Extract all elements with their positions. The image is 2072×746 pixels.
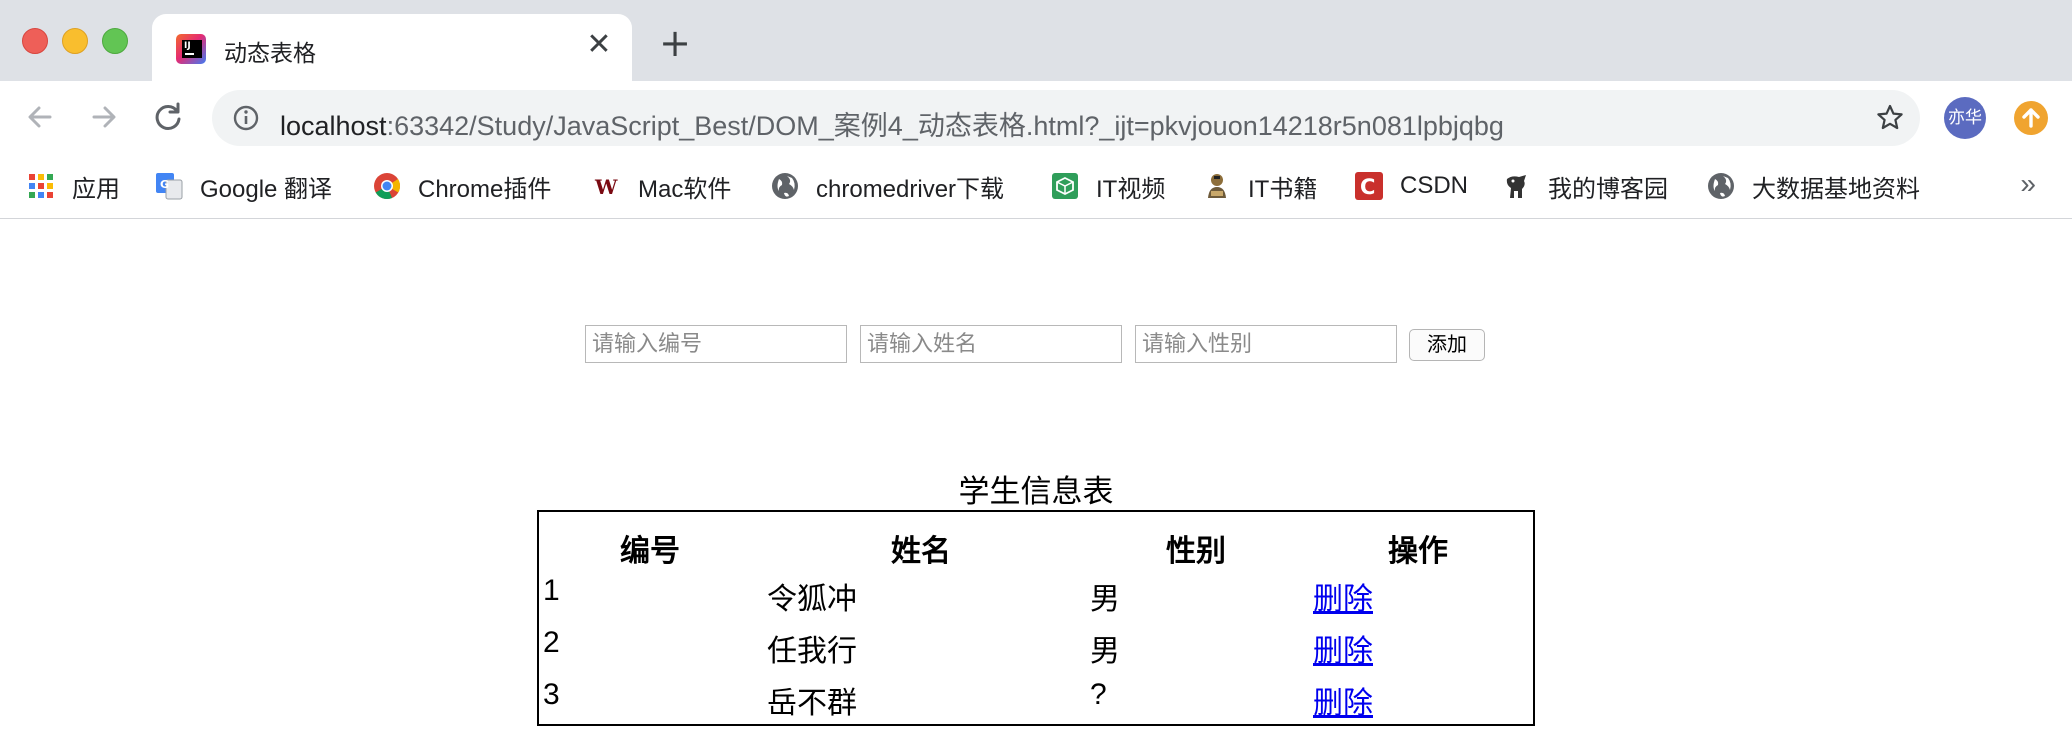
name-input[interactable] (860, 325, 1122, 363)
bookmark-my-blog[interactable]: 我的博客园 (1502, 166, 1668, 206)
bookmark-chrome-plugins[interactable]: Chrome插件 (372, 166, 551, 206)
bookmark-label: Google 翻译 (200, 175, 333, 203)
cell-name: 岳不群 (767, 687, 857, 720)
bookmark-label: IT视频 (1096, 175, 1166, 203)
mac-software-icon: W (592, 171, 622, 201)
bookmark-label: 应用 (72, 175, 120, 203)
bookmark-it-books[interactable]: IT书籍 (1202, 166, 1317, 206)
bookmark-label: Chrome插件 (418, 175, 552, 203)
bookmark-mac-software[interactable]: W Mac软件 (592, 166, 731, 206)
arrow-right-icon (92, 106, 116, 128)
maximize-window-button[interactable] (102, 28, 128, 54)
apps-grid-icon (26, 171, 56, 201)
tab-title: 动态表格 (224, 40, 316, 66)
header-name: 姓名 (891, 535, 951, 568)
tab-strip: IJ 动态表格 ✕ + (0, 0, 2072, 81)
bookmark-label: 我的博客园 (1548, 175, 1668, 203)
cell-gender: 男 (1090, 635, 1120, 668)
bookmark-it-video[interactable]: IT视频 (1050, 166, 1165, 206)
cell-gender: ? (1090, 678, 1107, 711)
address-bar[interactable]: localhost:63342/Study/JavaScript_Best/DO… (212, 90, 1920, 146)
bookmark-csdn[interactable]: C CSDN (1354, 166, 1468, 206)
bookmark-bigdata[interactable]: 大数据基地资料 (1706, 166, 1920, 206)
url-host: localhost (280, 111, 387, 141)
it-books-icon (1202, 171, 1232, 201)
it-video-icon (1050, 171, 1080, 201)
bookmark-google-translate[interactable]: G Google 翻译 (154, 166, 332, 206)
svg-text:W: W (594, 175, 618, 199)
reload-button[interactable] (146, 95, 190, 139)
table-row: 2 任我行 男 删除 (539, 626, 1533, 678)
more-bookmarks-button[interactable]: » (2020, 168, 2036, 200)
intellij-favicon-icon: IJ (176, 34, 206, 64)
url-text[interactable]: localhost:63342/Study/JavaScript_Best/DO… (280, 104, 1504, 143)
blog-icon (1502, 171, 1532, 201)
globe-icon (1706, 171, 1736, 201)
forward-button[interactable] (82, 95, 126, 139)
table-row: 1 令狐冲 男 删除 (539, 574, 1533, 626)
csdn-icon: C (1354, 171, 1384, 201)
tab-close-icon[interactable]: ✕ (584, 30, 614, 60)
student-table: 编号 姓名 性别 操作 1 令狐冲 男 删除 2 任我行 男 删除 3 岳不群 … (537, 510, 1535, 726)
browser-toolbar: localhost:63342/Study/JavaScript_Best/DO… (0, 81, 2072, 154)
header-id: 编号 (620, 535, 680, 568)
bookmark-chromedriver[interactable]: chromedriver下载 (770, 166, 1004, 206)
bookmark-star-icon[interactable] (1874, 102, 1906, 134)
bookmark-label: IT书籍 (1248, 175, 1318, 203)
cell-id: 1 (543, 574, 560, 607)
svg-text:C: C (1360, 175, 1375, 199)
add-button[interactable]: 添加 (1409, 329, 1485, 361)
bookmarks-bar: 应用 G Google 翻译 Chrome插件 W Mac软件 chromedr… (0, 154, 2072, 219)
arrow-left-icon (28, 106, 52, 128)
cell-name: 任我行 (767, 635, 857, 668)
close-window-button[interactable] (22, 28, 48, 54)
delete-link[interactable]: 删除 (1313, 678, 1373, 722)
minimize-window-button[interactable] (62, 28, 88, 54)
back-button[interactable] (18, 95, 62, 139)
header-action: 操作 (1388, 535, 1448, 568)
google-translate-icon: G (154, 171, 184, 201)
table-caption: 学生信息表 (958, 474, 1114, 509)
gender-input[interactable] (1135, 325, 1397, 363)
bookmark-label: Mac软件 (638, 175, 732, 203)
bookmark-label: chromedriver下载 (816, 175, 1005, 203)
new-tab-button[interactable]: + (658, 24, 692, 62)
info-icon[interactable] (232, 104, 260, 132)
update-icon[interactable] (2014, 101, 2048, 135)
delete-link[interactable]: 删除 (1313, 626, 1373, 670)
delete-link[interactable]: 删除 (1313, 574, 1373, 618)
table-row: 3 岳不群 ? 删除 (539, 678, 1533, 730)
reload-icon (155, 102, 181, 130)
globe-icon (770, 171, 800, 201)
id-input[interactable] (585, 325, 847, 363)
header-gender: 性别 (1166, 535, 1226, 568)
cell-name: 令狐冲 (767, 583, 857, 616)
cell-id: 2 (543, 626, 560, 659)
cell-id: 3 (543, 678, 560, 711)
cell-gender: 男 (1090, 583, 1120, 616)
bookmark-apps[interactable]: 应用 (26, 166, 120, 206)
bookmark-label: CSDN (1400, 172, 1469, 199)
browser-tab-active[interactable]: IJ 动态表格 ✕ (152, 14, 632, 81)
svg-text:G: G (160, 178, 169, 191)
bookmark-label: 大数据基地资料 (1752, 175, 1920, 203)
profile-avatar[interactable]: 亦华 (1944, 97, 1986, 139)
url-path: :63342/Study/JavaScript_Best/DOM_案例4_动态表… (386, 111, 1504, 141)
chrome-icon (372, 171, 402, 201)
